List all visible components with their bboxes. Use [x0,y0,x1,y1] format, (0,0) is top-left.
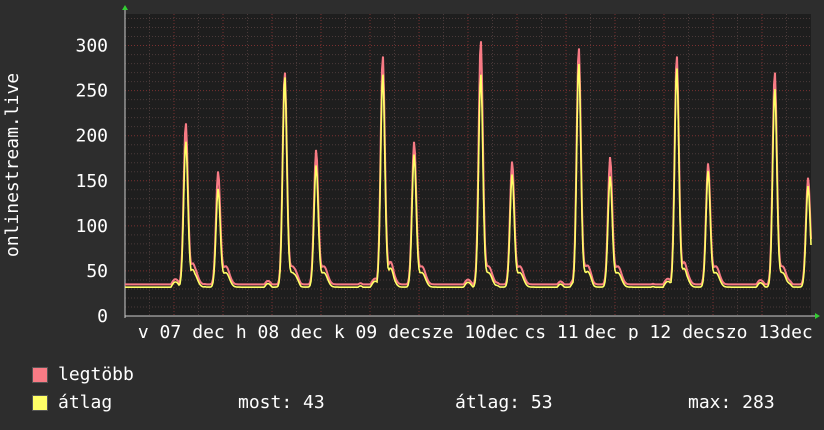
y-tick-label: 100 [75,216,108,237]
x-tick-label: dec [584,322,617,340]
x-tick-label: v 07 [138,322,181,340]
x-tick-label: dec [290,322,323,340]
x-axis-arrow [815,313,820,319]
y-tick-label: 0 [97,306,108,327]
legend-label-avg: átlag [58,392,113,413]
y-tick-label: 50 [86,261,108,282]
y-axis-label: onlinestream.live [2,73,23,257]
y-tick-label: 250 [75,81,108,102]
y-tick-label: 200 [75,126,108,147]
stat-current: most: 43 [238,392,325,413]
y-tick-label: 300 [75,36,108,57]
x-tick-label: dec [192,322,225,340]
x-tick-label: k 09 [334,322,377,340]
x-tick-label: p 12 [628,322,671,340]
x-tick-label: dec [780,322,813,340]
legend-swatch-avg [32,395,48,411]
stat-average: átlag: 53 [455,392,553,413]
y-tick-label: 150 [75,171,108,192]
legend-label-max: legtöbb [58,364,134,385]
x-tick-label: dec [486,322,519,340]
x-tick-label: sze 10 [421,322,486,340]
x-tick-label: dec [388,322,421,340]
y-axis-arrow [122,5,128,10]
x-tick-label: dec [682,322,715,340]
stat-max: max: 283 [688,392,775,413]
x-tick-label: h 08 [236,322,279,340]
chart: 050100150200250300v 07 dec h 08 dec k 09 dec s… [2,5,820,340]
x-tick-label: szo 13 [715,322,780,340]
x-tick-label: cs 11 [524,322,578,340]
legend-swatch-max [32,367,48,383]
